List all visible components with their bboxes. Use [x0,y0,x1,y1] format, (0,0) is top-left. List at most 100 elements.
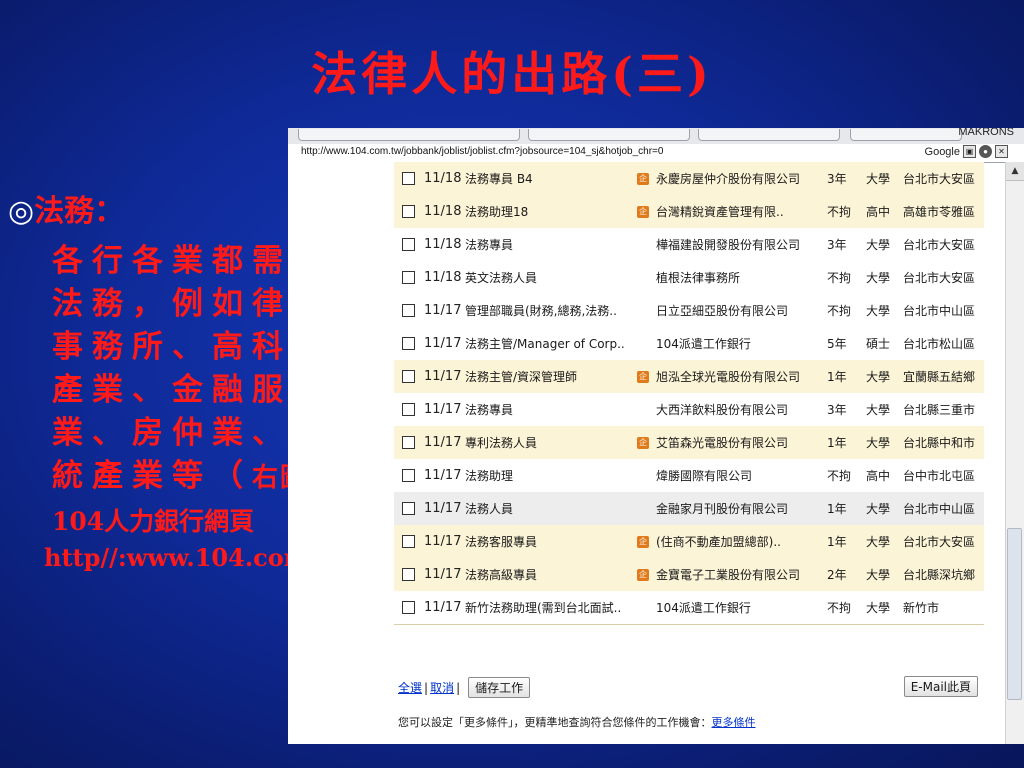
menu-icon[interactable]: ● [979,145,992,158]
job-title-link[interactable]: 新竹法務助理(需到台北面試.. [465,599,621,616]
row-checkbox[interactable] [402,337,415,350]
address-bar-tools: Google ▣ ● ✕ [925,145,1008,158]
row-checkbox[interactable] [402,271,415,284]
company-name-link[interactable]: 金融家月刊股份有限公司 [656,500,788,517]
job-title-link[interactable]: 法務專員 [465,236,513,253]
post-date: 11/18 [424,204,462,219]
table-row[interactable]: 11/17 專利法務人員 企艾笛森光電股份有限公司 1年 大學 台北縣中和市 [394,426,984,460]
job-title-link[interactable]: 法務主管/資深管理師 [465,368,577,385]
company-name-link[interactable]: 樺福建設開發股份有限公司 [656,236,800,253]
post-date: 11/18 [424,270,462,285]
address-bar[interactable]: http://www.104.com.tw/jobbank/joblist/jo… [288,144,1024,163]
job-title-link[interactable]: 法務專員 B4 [465,170,533,187]
company-name-link[interactable]: 煒勝國際有限公司 [656,467,752,484]
row-checkbox[interactable] [402,436,415,449]
education-cell: 大學 [866,601,891,615]
toolbar-field[interactable] [528,129,690,141]
table-row[interactable]: 11/18 法務助理18 企台灣精銳資產管理有限.. 不拘 高中 高雄市苓雅區 [394,195,984,229]
company-name-link[interactable]: 日立亞細亞股份有限公司 [656,302,788,319]
company-name-link[interactable]: 大西洋飲料股份有限公司 [656,401,788,418]
experience-cell: 1年 [827,436,847,450]
post-date: 11/17 [424,567,462,582]
company-name-link[interactable]: 植根法律事務所 [656,269,740,286]
bullet-mark: ◎ [8,194,35,229]
company-name-link[interactable]: 104派遣工作銀行 [656,599,751,616]
row-checkbox[interactable] [402,205,415,218]
page-left-gutter [288,162,394,744]
more-conditions-link[interactable]: 更多條件 [712,716,756,729]
row-checkbox[interactable] [402,601,415,614]
cancel-selection-link[interactable]: 取消 [430,679,454,696]
table-row[interactable]: 11/18 英文法務人員 植根法律事務所 不拘 大學 台北市大安區 [394,261,984,295]
scroll-up-arrow-icon[interactable]: ▲ [1006,162,1024,181]
job-title-link[interactable]: 法務助理18 [465,203,528,220]
company-name-link[interactable]: 104派遣工作銀行 [656,335,751,352]
row-checkbox[interactable] [402,304,415,317]
education-cell: 大學 [866,568,891,582]
job-title-link[interactable]: 英文法務人員 [465,269,537,286]
table-row[interactable]: 11/17 管理部職員(財務,總務,法務.. 日立亞細亞股份有限公司 不拘 大學 台北市中… [394,294,984,328]
table-row[interactable]: 11/17 法務人員 金融家月刊股份有限公司 1年 大學 台北市中山區 [394,492,984,526]
table-row[interactable]: 11/17 法務高級專員 企金寶電子工業股份有限公司 2年 大學 台北縣深坑鄉 [394,558,984,592]
toolbar-field[interactable] [698,129,840,141]
location-cell: 台北縣三重市 [903,403,976,417]
row-checkbox[interactable] [402,370,415,383]
job-title-link[interactable]: 法務專員 [465,401,513,418]
row-checkbox[interactable] [402,568,415,581]
location-cell: 台北市大安區 [903,535,976,549]
toolbar-field[interactable] [298,129,520,141]
email-page-button[interactable]: E-Mail此頁 [903,676,978,697]
post-date: 11/17 [424,600,462,615]
experience-cell: 不拘 [827,271,852,285]
company-name-link[interactable]: (住商不動產加盟總部).. [656,533,781,550]
address-url[interactable]: http://www.104.com.tw/jobbank/joblist/jo… [301,146,663,157]
table-row[interactable]: 11/17 法務主管/Manager of Corp.. 104派遣工作銀行 5年 碩士… [394,327,984,361]
company-name-link[interactable]: 台灣精銳資產管理有限.. [656,203,784,220]
experience-cell: 5年 [827,337,847,351]
row-checkbox[interactable] [402,403,415,416]
location-cell: 台中市北屯區 [903,469,976,483]
row-checkbox[interactable] [402,469,415,482]
select-all-link[interactable]: 全選 [398,679,422,696]
job-title-link[interactable]: 法務人員 [465,500,513,517]
table-row[interactable]: 11/18 法務專員 樺福建設開發股份有限公司 3年 大學 台北市大安區 [394,228,984,262]
job-title-link[interactable]: 法務助理 [465,467,513,484]
toolbar-brand: MAKRONS [958,128,1014,138]
job-title-link[interactable]: 法務主管/Manager of Corp.. [465,335,625,352]
job-title-link[interactable]: 專利法務人員 [465,434,537,451]
company-name-link[interactable]: 艾笛森光電股份有限公司 [656,434,788,451]
company-name-link[interactable]: 金寶電子工業股份有限公司 [656,566,800,583]
location-cell: 台北市大安區 [903,271,976,285]
company-name-link[interactable]: 旭泓全球光電股份有限公司 [656,368,800,385]
search-engine-label[interactable]: Google [925,146,960,158]
job-title-link[interactable]: 法務客服專員 [465,533,537,550]
save-job-button[interactable]: 儲存工作 [468,677,531,698]
table-row[interactable]: 11/17 法務客服專員 企 (住商不動產加盟總部).. 1年 大學 台北市大安區 [394,525,984,559]
table-row[interactable]: 11/17 法務專員 大西洋飲料股份有限公司 3年 大學 台北縣三重市 [394,393,984,427]
job-title-link[interactable]: 管理部職員(財務,總務,法務.. [465,302,617,319]
post-date: 11/17 [424,534,462,549]
company-name-link[interactable]: 永慶房屋仲介股份有限公司 [656,170,800,187]
location-cell: 高雄市苓雅區 [903,205,976,219]
table-row[interactable]: 11/17 新竹法務助理(需到台北面試.. 104派遣工作銀行 不拘 大學 新竹市 [394,591,984,625]
close-icon[interactable]: ✕ [995,145,1008,158]
location-cell: 台北市松山區 [903,337,976,351]
browser-screenshot: MAKRONS http://www.104.com.tw/jobbank/jo… [288,128,1024,744]
table-row[interactable]: 11/17 法務助理 煒勝國際有限公司 不拘 高中 台中市北屯區 [394,459,984,493]
table-row[interactable]: 11/17 法務主管/資深管理師 企旭泓全球光電股份有限公司 1年 大學 宜蘭縣五結鄉 [394,360,984,394]
experience-cell: 2年 [827,568,847,582]
scrollbar-thumb[interactable] [1007,528,1022,700]
table-row[interactable]: 11/18 法務專員 B4 企永慶房屋仲介股份有限公司 3年 大學 台北市大安區 [394,162,984,196]
separator: | [424,680,429,695]
row-checkbox[interactable] [402,502,415,515]
more-conditions-hint: 您可以設定「更多條件」，更精準地查詢符合您條件的工作機會：更多條件 [398,714,756,730]
experience-cell: 不拘 [827,469,852,483]
location-cell: 台北市大安區 [903,238,976,252]
toolbar-field[interactable] [850,129,962,141]
job-title-link[interactable]: 法務高級專員 [465,566,537,583]
row-checkbox[interactable] [402,172,415,185]
bullet-heading: ◎法務： [8,186,124,230]
row-checkbox[interactable] [402,535,415,548]
page-icon[interactable]: ▣ [963,145,976,158]
row-checkbox[interactable] [402,238,415,251]
